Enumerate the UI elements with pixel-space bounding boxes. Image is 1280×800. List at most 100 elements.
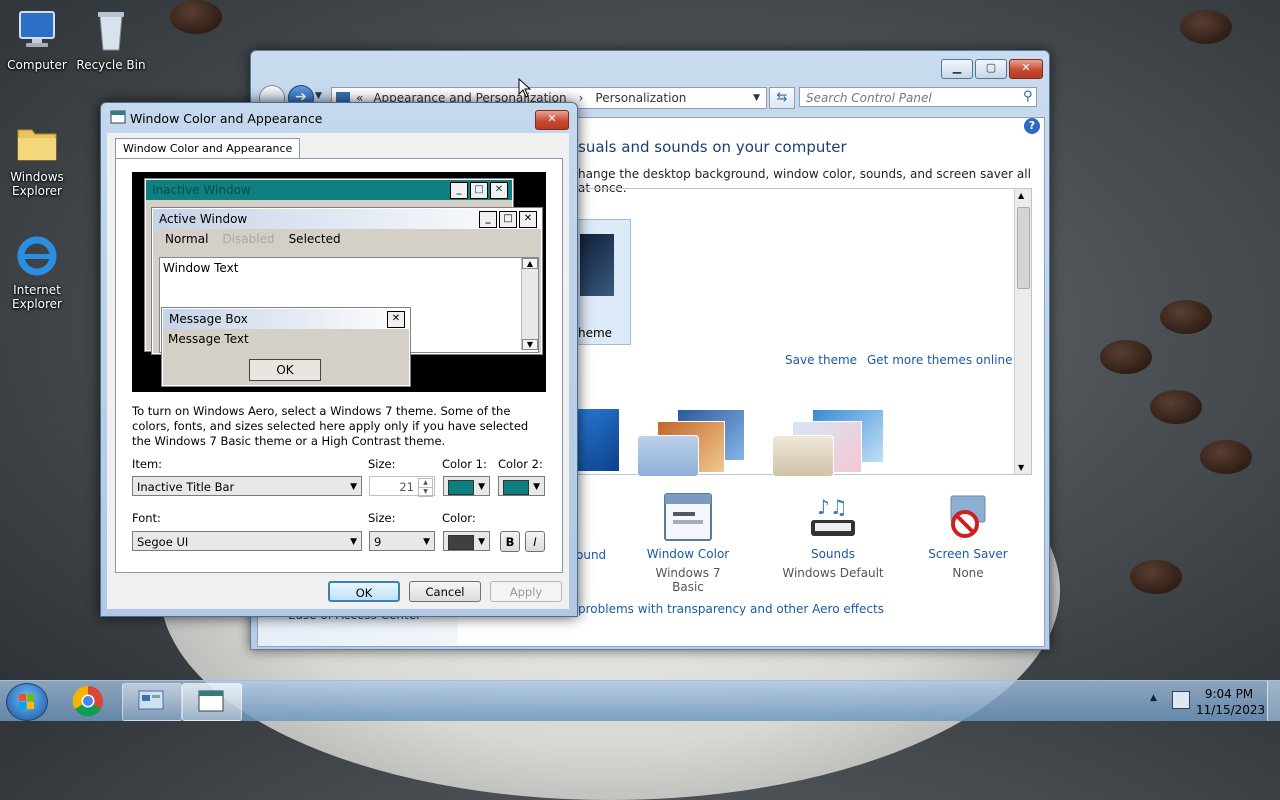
- preview-close-icon: ✕: [387, 311, 405, 328]
- chrome-taskbar-button[interactable]: [72, 685, 104, 717]
- show-hidden-icons[interactable]: ▲: [1150, 693, 1157, 703]
- folder-icon: [17, 129, 57, 161]
- start-button[interactable]: [6, 683, 48, 721]
- color2-swatch: [503, 480, 529, 495]
- selected-theme[interactable]: heme: [577, 219, 631, 345]
- window-color-title[interactable]: Window Color: [640, 547, 736, 561]
- scrollbar-thumb[interactable]: [1017, 207, 1030, 289]
- font-size-label: Size:: [368, 511, 396, 525]
- search-icon[interactable]: ⚲: [1023, 89, 1033, 104]
- color1-swatch: [448, 480, 474, 495]
- size-stepper[interactable]: 21 ▲ ▼: [369, 476, 435, 497]
- font-color-label: Color:: [442, 511, 476, 525]
- preview-maximize-icon: □: [470, 182, 488, 199]
- preview-active-title-text: Active Window: [159, 212, 248, 226]
- color1-label: Color 1:: [442, 457, 487, 471]
- italic-button[interactable]: I: [525, 531, 545, 552]
- sounds-title[interactable]: Sounds: [778, 547, 888, 561]
- get-more-themes-link[interactable]: Get more themes online: [867, 353, 1013, 367]
- desktop-background-link[interactable]: ound: [576, 548, 606, 562]
- breadcrumb-current[interactable]: Personalization: [595, 91, 686, 105]
- network-icon[interactable]: [1172, 691, 1190, 709]
- window-color-subtitle: Windows 7 Basic: [655, 566, 721, 594]
- sounds-icon: ♪♫: [811, 495, 855, 536]
- address-dropdown-icon[interactable]: ▼: [753, 93, 760, 103]
- color2-label: Color 2:: [498, 457, 543, 471]
- chevron-down-icon: ▼: [533, 482, 540, 492]
- taskbar: ▲ 9:04 PM 11/15/2023: [0, 680, 1280, 721]
- dialog-close-button[interactable]: ✕: [535, 110, 569, 130]
- cancel-button[interactable]: Cancel: [409, 581, 481, 602]
- dialog-title: Window Color and Appearance: [130, 111, 323, 126]
- clock[interactable]: 9:04 PM 11/15/2023: [1196, 686, 1266, 718]
- desktop-icon-windows-explorer[interactable]: Windows Explorer: [0, 120, 76, 198]
- breadcrumb-separator: ›: [578, 91, 584, 105]
- coffee-bean: [1180, 10, 1232, 44]
- preview-menu-bar: Normal Disabled Selected: [153, 229, 541, 249]
- search-input[interactable]: Search Control Panel: [799, 87, 1037, 107]
- apply-button[interactable]: Apply: [490, 581, 562, 602]
- window-color-taskbar-button[interactable]: [182, 683, 242, 721]
- clock-time: 9:04 PM: [1204, 687, 1254, 701]
- theme-thumbnail[interactable]: [772, 409, 892, 477]
- preview-menu-normal: Normal: [165, 232, 209, 246]
- font-label: Font:: [132, 511, 161, 525]
- appearance-preview[interactable]: Inactive Window _ □ ✕ Active Window _ □ …: [132, 172, 546, 392]
- minimize-button[interactable]: ▁: [941, 59, 973, 79]
- desktop-icon-computer[interactable]: Computer: [0, 8, 76, 72]
- aero-troubleshoot-link[interactable]: problems with transparency and other Aer…: [578, 602, 884, 616]
- font-select-value: Segoe UI: [137, 535, 189, 549]
- scroll-up-icon[interactable]: ▲: [1018, 191, 1024, 200]
- chevron-down-icon: ▼: [478, 537, 485, 547]
- desktop-icon-internet-explorer[interactable]: Internet Explorer: [0, 233, 76, 311]
- sounds-item[interactable]: ♪♫ Sounds Windows Default: [778, 492, 888, 580]
- close-button[interactable]: ✕: [1009, 59, 1043, 79]
- recent-pages-icon[interactable]: ▼: [315, 91, 322, 101]
- tab-window-color-and-appearance[interactable]: Window Color and Appearance: [115, 138, 301, 159]
- preview-close-icon: ✕: [490, 182, 508, 199]
- color1-picker[interactable]: ▼: [443, 476, 490, 496]
- save-theme-link[interactable]: Save theme: [785, 353, 857, 367]
- item-select[interactable]: Inactive Title Bar ▼: [132, 476, 362, 496]
- bold-button[interactable]: B: [500, 531, 520, 552]
- chevron-down-icon: ▼: [423, 537, 430, 547]
- preview-ok-button: OK: [249, 359, 321, 381]
- preview-inactive-title: Inactive Window _ □ ✕: [146, 180, 512, 200]
- desktop-icon-recycle-bin[interactable]: Recycle Bin: [72, 8, 150, 72]
- clock-date: 11/15/2023: [1196, 703, 1266, 717]
- window-color-item[interactable]: Window Color Windows 7 Basic: [640, 492, 736, 594]
- color2-picker[interactable]: ▼: [498, 476, 545, 496]
- coffee-bean: [1130, 560, 1182, 594]
- preview-scroll-down-icon: ▼: [522, 339, 538, 350]
- font-size-select[interactable]: 9 ▼: [369, 531, 435, 551]
- theme-thumbnail[interactable]: [637, 409, 747, 477]
- theme-thumbnail[interactable]: [577, 409, 619, 471]
- font-color-picker[interactable]: ▼: [443, 531, 490, 551]
- control-panel-taskbar-button[interactable]: [122, 683, 182, 721]
- font-select[interactable]: Segoe UI ▼: [132, 531, 362, 551]
- window-color-icon: [664, 493, 712, 541]
- show-desktop-button[interactable]: [1267, 681, 1280, 721]
- preview-scrollbar: ▲ ▼: [521, 258, 538, 350]
- help-icon[interactable]: ?: [1024, 118, 1040, 134]
- preview-message-text: Message Text: [168, 332, 249, 346]
- recycle-bin-icon: [98, 12, 124, 51]
- ok-button[interactable]: OK: [328, 581, 400, 602]
- stepper-down-icon[interactable]: ▼: [418, 487, 433, 497]
- screen-saver-title[interactable]: Screen Saver: [918, 547, 1018, 561]
- maximize-button[interactable]: ▢: [975, 59, 1007, 79]
- preview-menu-selected: Selected: [288, 232, 341, 246]
- aero-info-text: To turn on Windows Aero, select a Window…: [132, 404, 529, 448]
- theme-gallery[interactable]: ▲ ▼ heme Save theme Get more themes onli…: [576, 188, 1032, 477]
- preview-window-text: Window Text: [163, 261, 239, 275]
- window-color-dialog[interactable]: Window Color and Appearance ✕ Window Col…: [100, 102, 578, 617]
- screen-saver-icon: [950, 495, 986, 538]
- preview-minimize-icon: _: [479, 211, 497, 228]
- coffee-bean: [1100, 340, 1152, 374]
- theme-gallery-scrollbar[interactable]: ▲ ▼: [1014, 189, 1031, 474]
- scroll-down-icon[interactable]: ▼: [1018, 463, 1024, 472]
- desktop-icon-label: Internet Explorer: [12, 283, 62, 311]
- sounds-subtitle: Windows Default: [782, 566, 884, 580]
- screen-saver-item[interactable]: Screen Saver None: [918, 492, 1018, 580]
- refresh-icon[interactable]: ⇆: [769, 87, 795, 109]
